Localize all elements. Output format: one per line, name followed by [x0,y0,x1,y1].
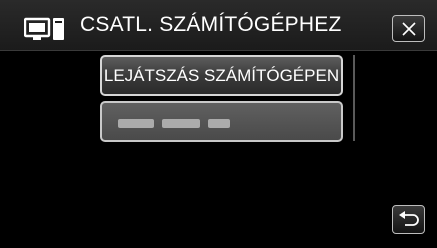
page-title: CSATL. SZÁMÍTÓGÉPHEZ [80,13,342,36]
playback-on-pc-label: LEJÁTSZÁS SZÁMÍTÓGÉPEN [103,66,340,85]
playback-on-pc-button[interactable]: LEJÁTSZÁS SZÁMÍTÓGÉPEN [100,55,343,96]
close-button[interactable] [392,15,425,42]
title-bar: CSATL. SZÁMÍTÓGÉPHEZ [0,0,437,51]
scroll-track [353,55,355,141]
back-button[interactable] [392,205,425,234]
blurred-menu-button[interactable] [100,101,343,142]
pc-connection-icon [23,17,66,41]
camera-menu-screen: CSATL. SZÁMÍTÓGÉPHEZ LEJÁTSZÁS SZÁMÍTÓGÉ… [0,0,437,248]
